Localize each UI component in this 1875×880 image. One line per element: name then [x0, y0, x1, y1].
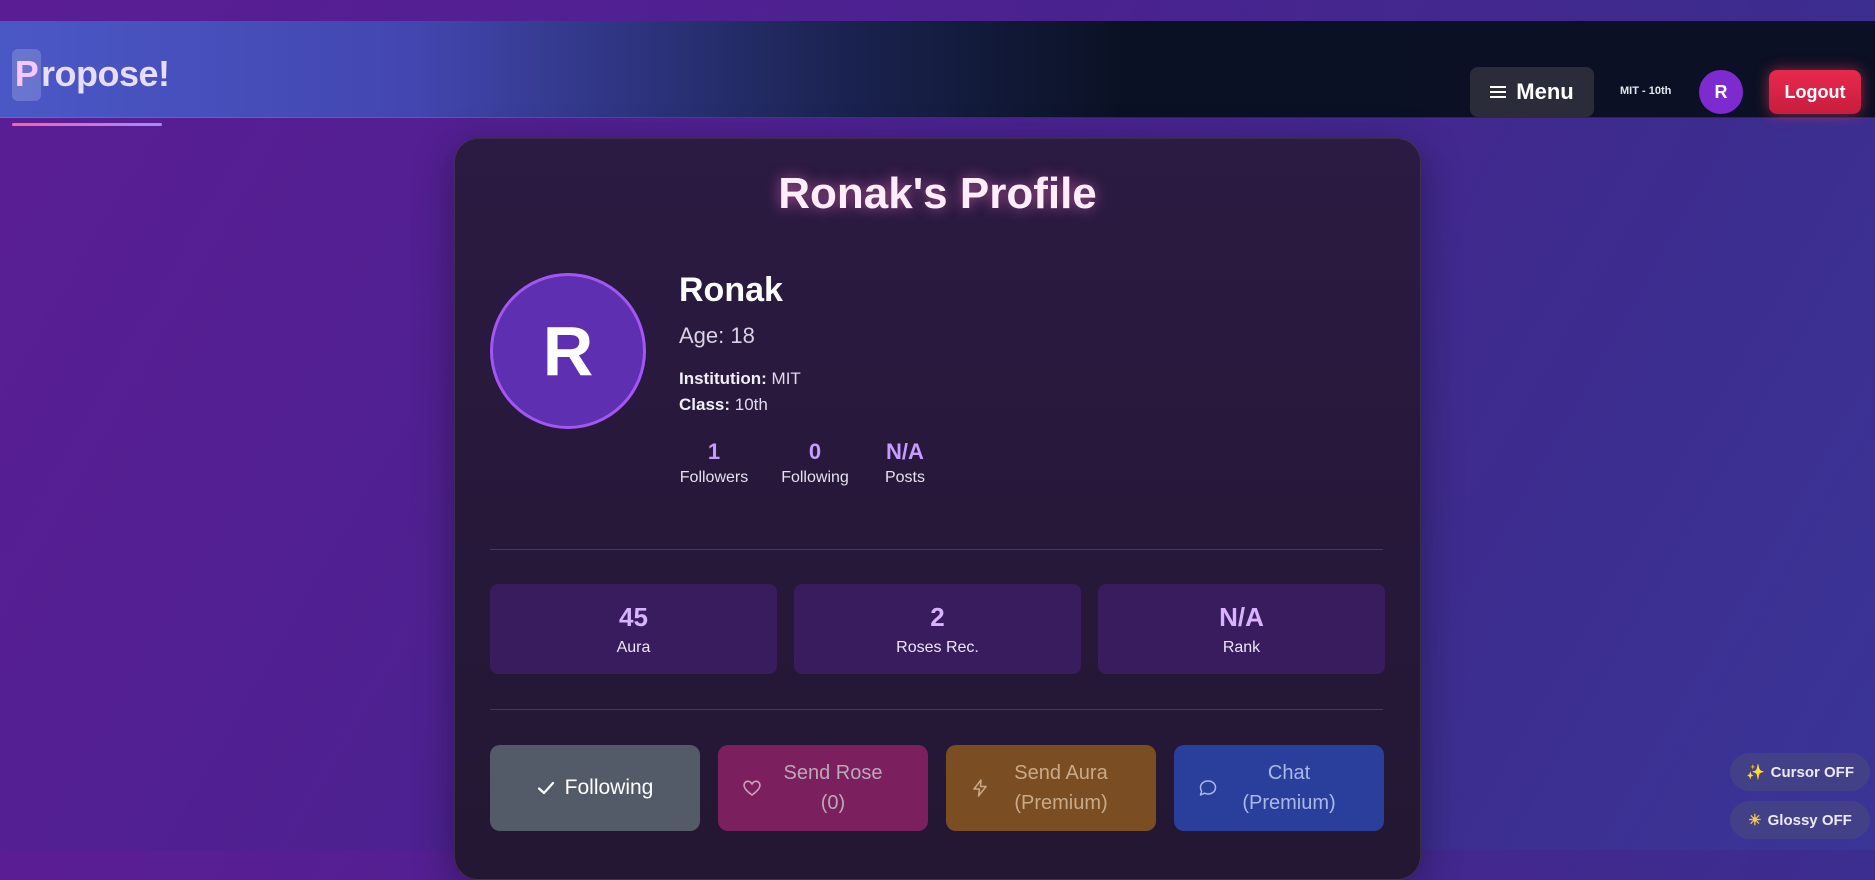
lightning-icon — [973, 779, 987, 797]
user-avatar[interactable]: R — [1699, 70, 1743, 114]
cursor-toggle[interactable]: ✨ Cursor OFF — [1730, 753, 1870, 791]
chat-button[interactable]: Chat (Premium) — [1174, 745, 1384, 831]
logout-button[interactable]: Logout — [1769, 70, 1861, 114]
roses-metric: 2 Roses Rec. — [794, 584, 1081, 674]
posts-count: N/A — [886, 439, 924, 464]
roses-value: 2 — [930, 602, 945, 632]
chat-bubble-icon — [1199, 780, 1217, 796]
sun-icon: ☀ — [1748, 812, 1762, 829]
institution-value: MIT — [771, 369, 801, 388]
roses-label: Roses Rec. — [896, 639, 979, 656]
glossy-toggle-label: Glossy OFF — [1767, 811, 1852, 829]
divider — [490, 709, 1383, 710]
institution-class-label: MIT - 10th — [1620, 85, 1672, 97]
class-value: 10th — [734, 395, 768, 414]
rank-label: Rank — [1222, 639, 1261, 656]
cursor-toggle-label: Cursor OFF — [1770, 763, 1855, 781]
glossy-toggle[interactable]: ☀ Glossy OFF — [1730, 801, 1870, 839]
following-count: 0 — [808, 439, 822, 464]
rank-metric: N/A Rank — [1098, 584, 1385, 674]
send-rose-count: (0) — [820, 792, 846, 814]
posts-stat[interactable]: N/A Posts — [880, 439, 930, 487]
heart-icon — [743, 780, 761, 796]
following-button-label: Following — [564, 776, 654, 799]
aura-metric: 45 Aura — [490, 584, 777, 674]
profile-avatar: R — [490, 273, 646, 429]
chat-label: Chat — [1267, 762, 1311, 784]
profile-age: Age: 18 — [679, 323, 755, 348]
institution-label: Institution: — [679, 369, 767, 388]
profile-institution: Institution: MIT — [679, 369, 801, 389]
posts-label: Posts — [884, 469, 925, 486]
followers-count: 1 — [707, 439, 721, 464]
profile-card: Ronak's Profile R Ronak Age: 18 Institut… — [454, 138, 1421, 880]
sparkles-icon: ✨ — [1745, 764, 1765, 781]
send-aura-premium: (Premium) — [1014, 792, 1108, 814]
check-icon — [537, 781, 554, 795]
hamburger-icon — [1490, 85, 1507, 99]
profile-name: Ronak — [679, 271, 783, 309]
brand-underline — [12, 123, 162, 126]
brand-name: ropose! — [41, 53, 170, 94]
menu-label: Menu — [1516, 79, 1574, 104]
class-label: Class: — [679, 395, 731, 414]
chat-premium: (Premium) — [1242, 792, 1336, 814]
following-stat[interactable]: 0 Following — [780, 439, 850, 487]
rank-value: N/A — [1219, 602, 1264, 632]
top-nav: Propose! Menu MIT - 10th R Logout — [0, 21, 1875, 126]
followers-label: Followers — [679, 469, 749, 486]
profile-class: Class: 10th — [679, 395, 768, 415]
send-aura-label: Send Aura — [1014, 762, 1108, 784]
divider — [490, 549, 1383, 550]
brand-first-letter: P — [12, 49, 41, 101]
send-rose-label: Send Rose — [783, 762, 883, 784]
followers-stat[interactable]: 1 Followers — [679, 439, 749, 487]
brand-logo[interactable]: Propose! — [12, 49, 170, 101]
send-rose-button[interactable]: Send Rose (0) — [718, 745, 928, 831]
page-title: Ronak's Profile — [778, 169, 1097, 218]
aura-label: Aura — [616, 639, 651, 656]
aura-value: 45 — [619, 602, 648, 632]
following-label: Following — [781, 469, 849, 486]
send-aura-button[interactable]: Send Aura (Premium) — [946, 745, 1156, 831]
following-button[interactable]: Following — [490, 745, 700, 831]
menu-button[interactable]: Menu — [1470, 67, 1594, 117]
